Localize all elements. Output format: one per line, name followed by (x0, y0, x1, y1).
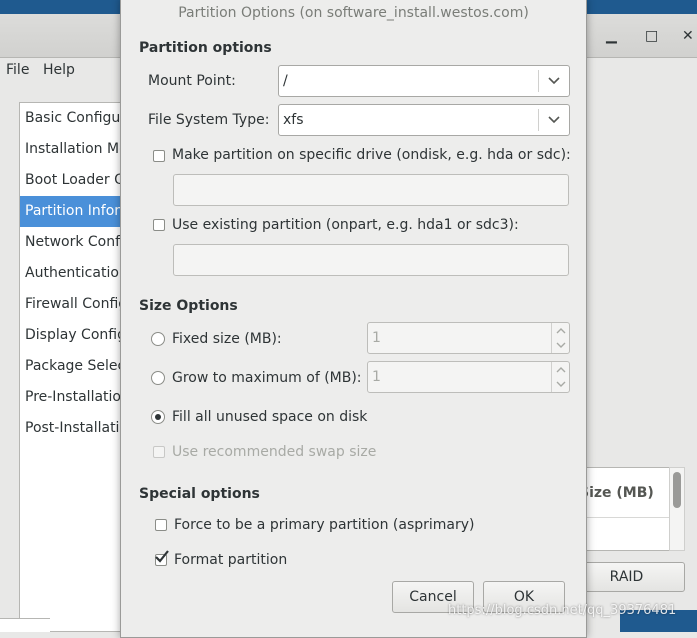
sidebar-item-installation-method[interactable]: Installation Method (20, 134, 128, 165)
fixed-size-radio[interactable] (151, 332, 165, 346)
ondisk-input[interactable] (173, 174, 569, 206)
onpart-input[interactable] (173, 244, 569, 276)
primary-partition-checkbox[interactable] (155, 519, 167, 531)
chevron-up-icon[interactable] (556, 326, 566, 336)
sidebar-item-display-configuration[interactable]: Display Configuration (20, 320, 128, 351)
combo-separator (538, 109, 539, 131)
combo-separator (538, 70, 539, 92)
chevron-down-icon[interactable] (547, 112, 561, 126)
checkmark-icon (155, 550, 169, 563)
sidebar-item-basic-configuration[interactable]: Basic Configuration (20, 103, 128, 134)
ondisk-checkbox[interactable] (153, 150, 165, 162)
sidebar-item-pre-installation-script[interactable]: Pre-Installation Script (20, 382, 128, 413)
fs-type-value: xfs (283, 112, 304, 128)
format-partition-label: Format partition (174, 552, 288, 568)
bottom-left-panel (0, 618, 50, 632)
chevron-down-icon[interactable] (556, 379, 566, 389)
partition-list-scrollbar[interactable] (669, 467, 685, 551)
fixed-size-value: 1 (372, 330, 381, 346)
sidebar-item-partition-information[interactable]: Partition Information (20, 196, 128, 227)
scrollbar-thumb[interactable] (673, 472, 681, 508)
mount-point-label: Mount Point: (148, 73, 236, 89)
ondisk-label: Make partition on specific drive (ondisk… (172, 147, 571, 163)
grow-to-max-radio[interactable] (151, 371, 165, 385)
fixed-size-label: Fixed size (MB): (172, 331, 282, 347)
partition-options-heading: Partition options (139, 40, 272, 56)
chevron-down-icon[interactable] (556, 340, 566, 350)
chevron-up-icon[interactable] (556, 365, 566, 375)
grow-to-max-spinbutton[interactable]: 1 (367, 361, 570, 393)
fixed-size-spinbutton[interactable]: 1 (367, 322, 570, 354)
swap-checkbox[interactable] (153, 446, 165, 458)
partition-options-dialog: Partition Options (on software_install.w… (120, 0, 587, 638)
fill-space-radio[interactable] (151, 410, 165, 424)
sidebar-item-firewall-configuration[interactable]: Firewall Configuration (20, 289, 128, 320)
primary-partition-label: Force to be a primary partition (asprima… (174, 517, 475, 533)
fs-type-label: File System Type: (148, 112, 270, 128)
sidebar: Basic Configuration Installation Method … (19, 102, 129, 632)
sidebar-item-network-configuration[interactable]: Network Configuration (20, 227, 128, 258)
grow-to-max-value: 1 (372, 369, 381, 385)
chevron-down-icon[interactable] (547, 73, 561, 87)
swap-label: Use recommended swap size (172, 444, 377, 460)
size-options-heading: Size Options (139, 298, 238, 314)
spin-buttons (551, 362, 569, 392)
maximize-icon[interactable]: □ (645, 29, 658, 43)
menu-help[interactable]: Help (43, 62, 75, 78)
sidebar-item-package-selection[interactable]: Package Selection (20, 351, 128, 382)
watermark: https://blog.csdn.net/qq_39376481 (448, 603, 677, 618)
fill-space-label: Fill all unused space on disk (172, 409, 368, 425)
dialog-title: Partition Options (on software_install.w… (178, 5, 529, 21)
onpart-label: Use existing partition (onpart, e.g. hda… (172, 217, 519, 233)
sidebar-item-boot-loader-options[interactable]: Boot Loader Options (20, 165, 128, 196)
grow-to-max-label: Grow to maximum of (MB): (172, 370, 362, 386)
spin-buttons (551, 323, 569, 353)
special-options-heading: Special options (139, 486, 260, 502)
mount-point-combo[interactable]: / (278, 65, 570, 97)
fs-type-combo[interactable]: xfs (278, 104, 570, 136)
close-icon[interactable]: ✕ (682, 29, 694, 43)
onpart-checkbox[interactable] (153, 219, 165, 231)
sidebar-item-authentication[interactable]: Authentication (20, 258, 128, 289)
menu-file[interactable]: File (6, 62, 29, 78)
sidebar-item-post-installation-script[interactable]: Post-Installation Script (20, 413, 128, 444)
minimize-icon[interactable]: ▁ (606, 29, 617, 43)
mount-point-value: / (283, 73, 288, 89)
